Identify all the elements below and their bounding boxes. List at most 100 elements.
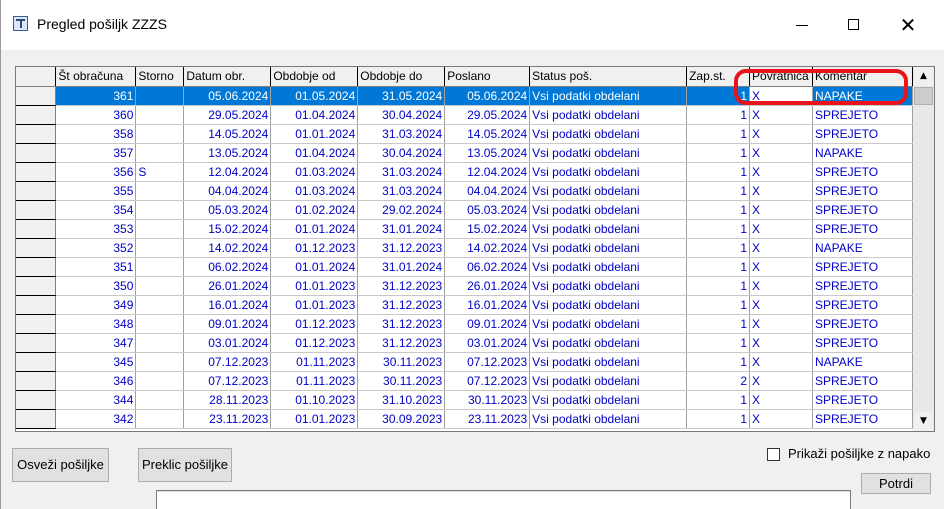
cell-poslano[interactable]: 13.05.2024 [444,143,531,163]
cell-poslano[interactable]: 14.05.2024 [444,124,531,144]
cell-datum[interactable]: 07.12.2023 [183,371,272,391]
cell-datum[interactable]: 26.01.2024 [183,276,272,296]
cell-datum[interactable]: 13.05.2024 [183,143,272,163]
cell-komentar[interactable]: SPREJETO [812,200,913,220]
cell-storno[interactable] [135,105,185,125]
cell-komentar[interactable]: NAPAKE [812,352,913,372]
cell-st[interactable]: 347 [55,333,137,353]
cell-do[interactable]: 31.01.2024 [357,257,446,277]
table-row[interactable]: 349 16.01.2024 01.01.2023 31.12.2023 16.01.2… [16,295,913,315]
cell-zap[interactable]: 1 [686,295,751,315]
cell-povratnica[interactable]: X [749,162,813,182]
cell-zap[interactable]: 1 [686,105,751,125]
cell-storno[interactable] [135,314,185,334]
cell-komentar[interactable]: SPREJETO [812,219,913,239]
cell-povratnica[interactable]: X [749,143,813,163]
cell-povratnica[interactable]: X [749,200,813,220]
cell-od[interactable]: 01.01.2024 [270,257,359,277]
cell-st[interactable]: 353 [55,219,137,239]
cell-od[interactable]: 01.04.2024 [270,143,359,163]
cell-zap[interactable]: 1 [686,257,751,277]
row-indicator[interactable] [16,371,57,391]
row-indicator[interactable] [16,257,57,277]
table-row[interactable]: 350 26.01.2024 01.01.2023 31.12.2023 26.01.2… [16,276,913,296]
cell-komentar[interactable]: SPREJETO [812,124,913,144]
cell-datum[interactable]: 14.02.2024 [183,238,272,258]
cell-storno[interactable] [135,371,185,391]
cell-od[interactable]: 01.01.2023 [270,276,359,296]
cell-do[interactable]: 31.03.2024 [357,181,446,201]
cell-st[interactable]: 349 [55,295,137,315]
cell-status[interactable]: Vsi podatki obdelani [529,181,688,201]
cell-od[interactable]: 01.05.2024 [270,86,359,106]
row-indicator[interactable] [16,143,57,163]
cell-komentar[interactable]: SPREJETO [812,390,913,410]
show-errors-label[interactable]: Prikaži pošiljke z napako [788,446,930,461]
cell-do[interactable]: 31.12.2023 [357,238,446,258]
minimize-button[interactable] [779,10,825,40]
cell-povratnica[interactable]: X [749,124,813,144]
cell-storno[interactable] [135,352,185,372]
cell-povratnica[interactable]: X [749,105,813,125]
cell-komentar[interactable]: SPREJETO [812,181,913,201]
cell-zap[interactable]: 1 [686,181,751,201]
cell-status[interactable]: Vsi podatki obdelani [529,238,688,258]
cell-st[interactable]: 354 [55,200,137,220]
cell-od[interactable]: 01.01.2024 [270,124,359,144]
cell-od[interactable]: 01.04.2024 [270,105,359,125]
table-row[interactable]: 345 07.12.2023 01.11.2023 30.11.2023 07.12.2… [16,352,913,372]
column-header[interactable]: Povratnica [749,67,813,87]
cell-do[interactable]: 31.05.2024 [357,86,446,106]
cell-zap[interactable]: 1 [686,219,751,239]
cell-st[interactable]: 358 [55,124,137,144]
cell-poslano[interactable]: 09.01.2024 [444,314,531,334]
cell-do[interactable]: 30.04.2024 [357,143,446,163]
cell-st[interactable]: 350 [55,276,137,296]
column-header[interactable]: Komentar [812,67,913,87]
cell-storno[interactable] [135,276,185,296]
cell-storno[interactable] [135,295,185,315]
cell-povratnica[interactable]: X [749,295,813,315]
cell-status[interactable]: Vsi podatki obdelani [529,390,688,410]
cell-datum[interactable]: 03.01.2024 [183,333,272,353]
cell-od[interactable]: 01.11.2023 [270,352,359,372]
cell-povratnica[interactable]: X [749,371,813,391]
row-indicator[interactable] [16,124,57,144]
column-header[interactable]: Zap.st. [686,67,751,87]
cell-do[interactable]: 30.09.2023 [357,409,446,429]
cell-storno[interactable] [135,219,185,239]
cell-status[interactable]: Vsi podatki obdelani [529,257,688,277]
row-indicator[interactable] [16,276,57,296]
cell-od[interactable]: 01.01.2023 [270,295,359,315]
cell-zap[interactable]: 1 [686,409,751,429]
cell-zap[interactable]: 1 [686,143,751,163]
maximize-button[interactable] [831,10,877,40]
cell-status[interactable]: Vsi podatki obdelani [529,276,688,296]
cell-status[interactable]: Vsi podatki obdelani [529,352,688,372]
cell-povratnica[interactable]: X [749,276,813,296]
cell-zap[interactable]: 1 [686,352,751,372]
cell-od[interactable]: 01.01.2023 [270,409,359,429]
cell-od[interactable]: 01.11.2023 [270,371,359,391]
cell-datum[interactable]: 04.04.2024 [183,181,272,201]
cell-zap[interactable]: 1 [686,200,751,220]
cell-st[interactable]: 351 [55,257,137,277]
cell-do[interactable]: 30.11.2023 [357,352,446,372]
cell-storno[interactable] [135,390,185,410]
cell-do[interactable]: 31.12.2023 [357,276,446,296]
cell-do[interactable]: 31.03.2024 [357,162,446,182]
row-indicator[interactable] [16,238,57,258]
cell-zap[interactable]: 1 [686,333,751,353]
cell-zap[interactable]: 1 [686,238,751,258]
cell-status[interactable]: Vsi podatki obdelani [529,200,688,220]
scroll-thumb[interactable] [914,87,933,105]
cell-st[interactable]: 345 [55,352,137,372]
table-row[interactable]: 346 07.12.2023 01.11.2023 30.11.2023 07.12.2… [16,371,913,391]
cell-zap[interactable]: 1 [686,390,751,410]
cell-datum[interactable]: 12.04.2024 [183,162,272,182]
column-header[interactable]: Obdobje do [357,67,446,87]
row-indicator[interactable] [16,333,57,353]
cell-datum[interactable]: 09.01.2024 [183,314,272,334]
table-row[interactable]: 358 14.05.2024 01.01.2024 31.03.2024 14.05.2… [16,124,913,144]
table-row[interactable]: 356 S 12.04.2024 01.03.2024 31.03.2024 12.04.… [16,162,913,182]
